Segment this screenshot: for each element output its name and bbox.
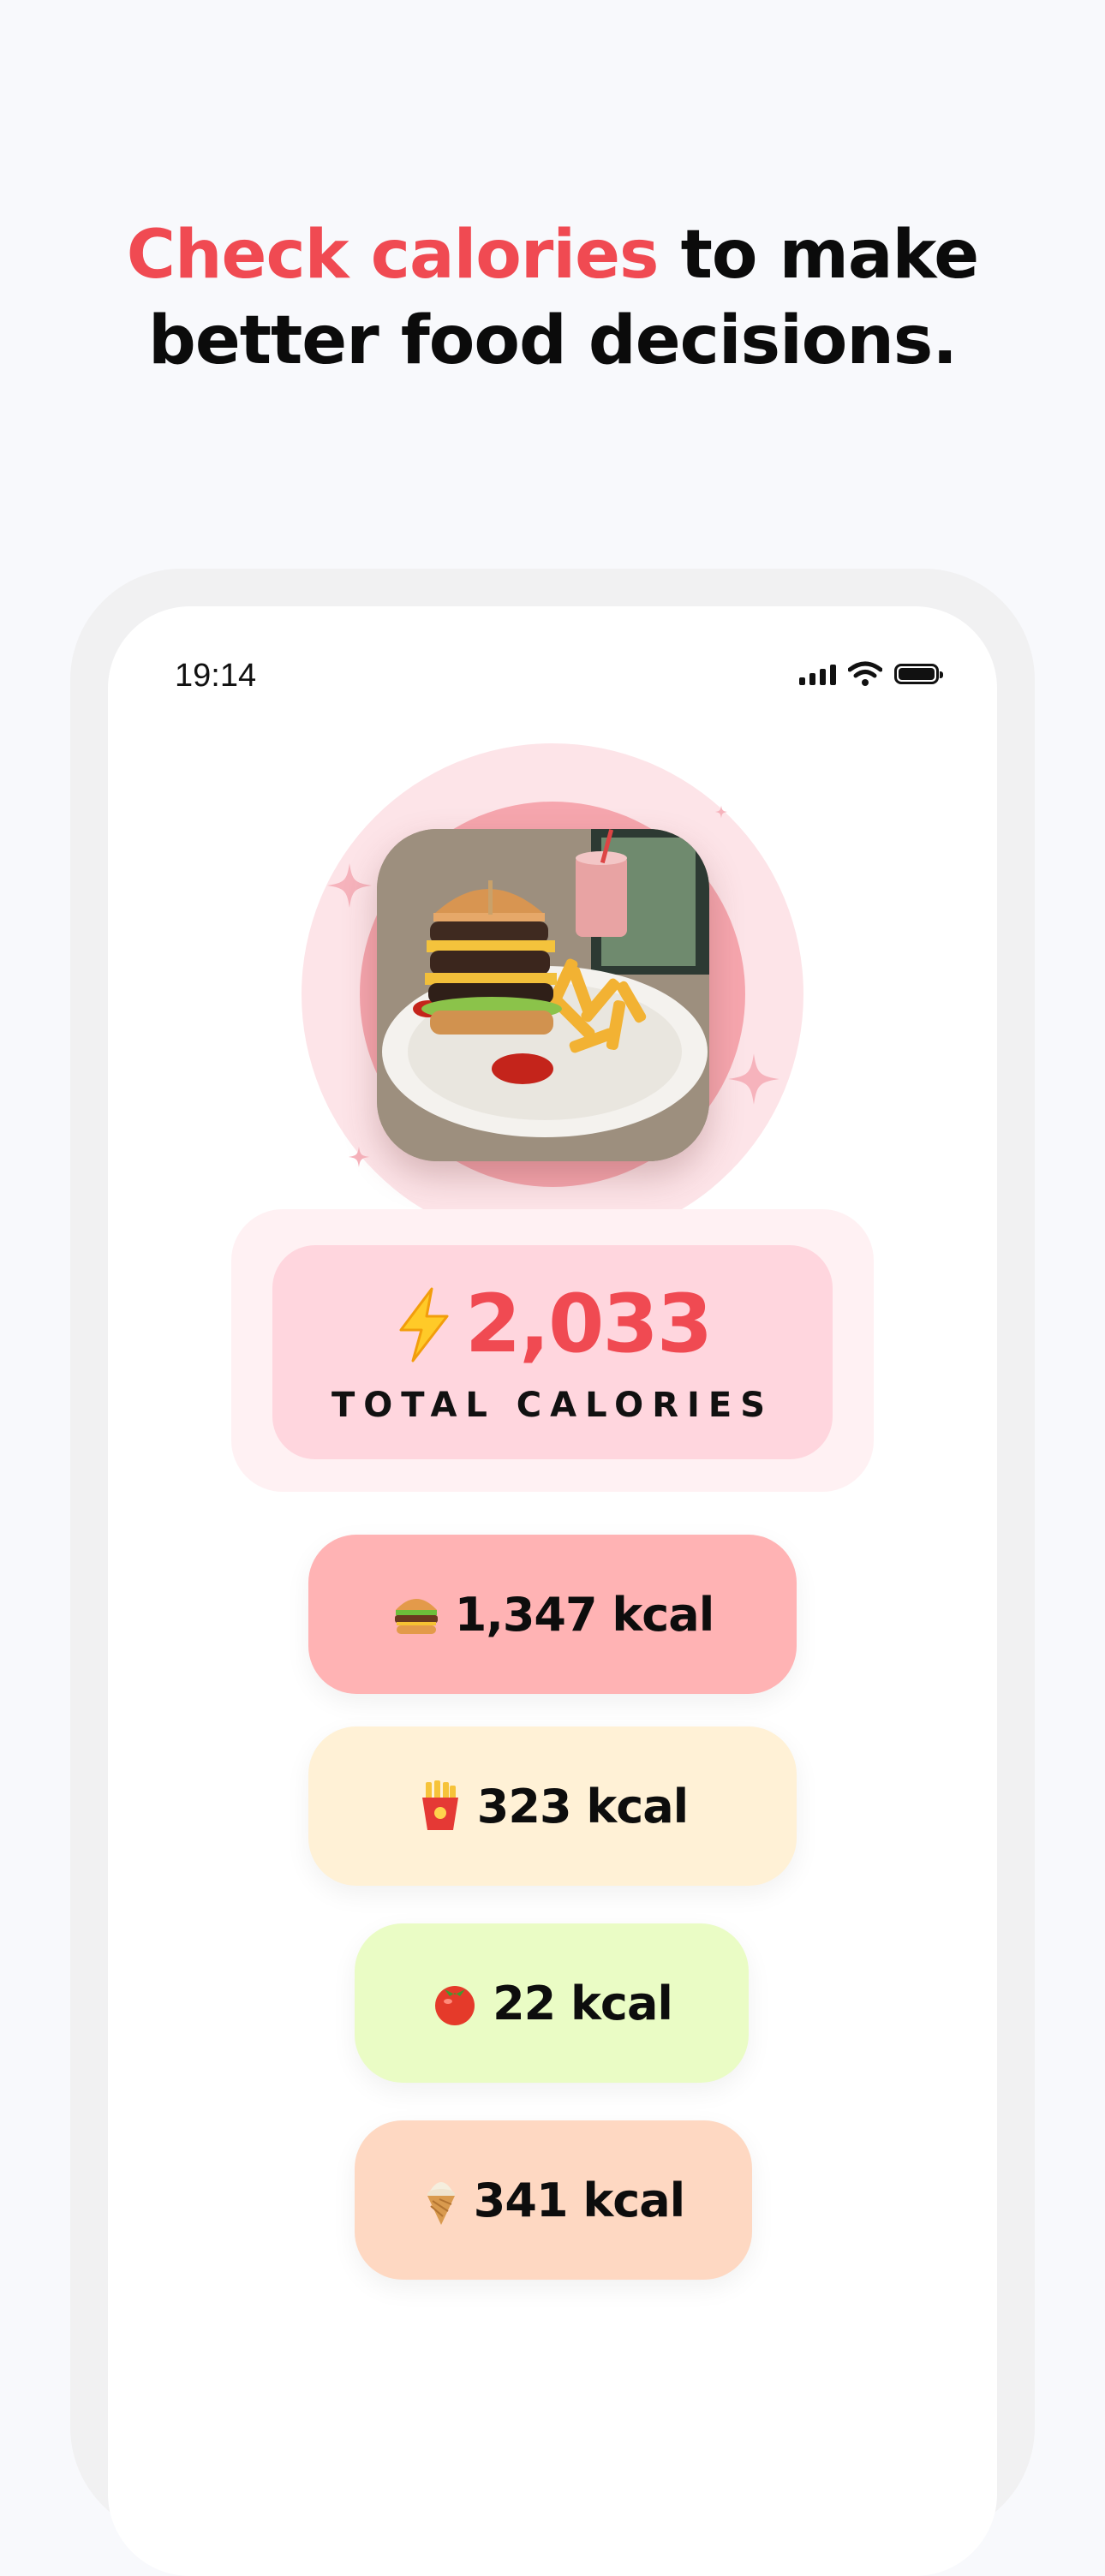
signal-icon <box>799 663 836 685</box>
sparkle-icon <box>728 1053 779 1105</box>
fries-icon <box>421 1780 458 1830</box>
total-calories-label: TOTAL CALORIES <box>331 1386 774 1425</box>
tomato-icon <box>435 1986 475 2025</box>
total-calories-value: 2,033 <box>464 1278 713 1371</box>
burger-icon <box>394 1599 438 1634</box>
sparkle-icon <box>327 863 372 908</box>
wifi-icon <box>848 661 882 686</box>
status-time: 19:14 <box>175 658 257 694</box>
food-item-tomato[interactable]: 22 kcal <box>355 1923 749 2083</box>
food-item-kcal: 341 kcal <box>473 2173 685 2227</box>
headline: Check calories to make better food decis… <box>0 212 1105 384</box>
burger-plate-image <box>377 829 709 1161</box>
sparkle-icon <box>714 805 728 819</box>
food-item-kcal: 22 kcal <box>493 1976 673 2030</box>
food-photo[interactable] <box>377 829 709 1161</box>
battery-icon <box>894 664 943 684</box>
status-icons <box>799 661 943 687</box>
total-calories-card: 2,033 TOTAL CALORIES <box>272 1245 833 1459</box>
headline-rest: to make <box>658 217 980 294</box>
sparkle-icon <box>348 1146 370 1168</box>
food-item-fries[interactable]: 323 kcal <box>308 1726 797 1886</box>
food-item-ice-cream[interactable]: 341 kcal <box>355 2120 752 2280</box>
phone-screen: 19:14 2,033 TOTAL CALORIES 1,347 kcal 32… <box>108 606 997 2576</box>
lightning-icon <box>399 1287 449 1362</box>
food-item-kcal: 1,347 kcal <box>454 1587 714 1642</box>
headline-line2: better food decisions. <box>148 302 958 379</box>
food-item-burger[interactable]: 1,347 kcal <box>308 1535 797 1694</box>
ice-cream-icon <box>427 2182 455 2225</box>
headline-accent: Check calories <box>126 217 660 294</box>
food-item-kcal: 323 kcal <box>476 1779 689 1834</box>
